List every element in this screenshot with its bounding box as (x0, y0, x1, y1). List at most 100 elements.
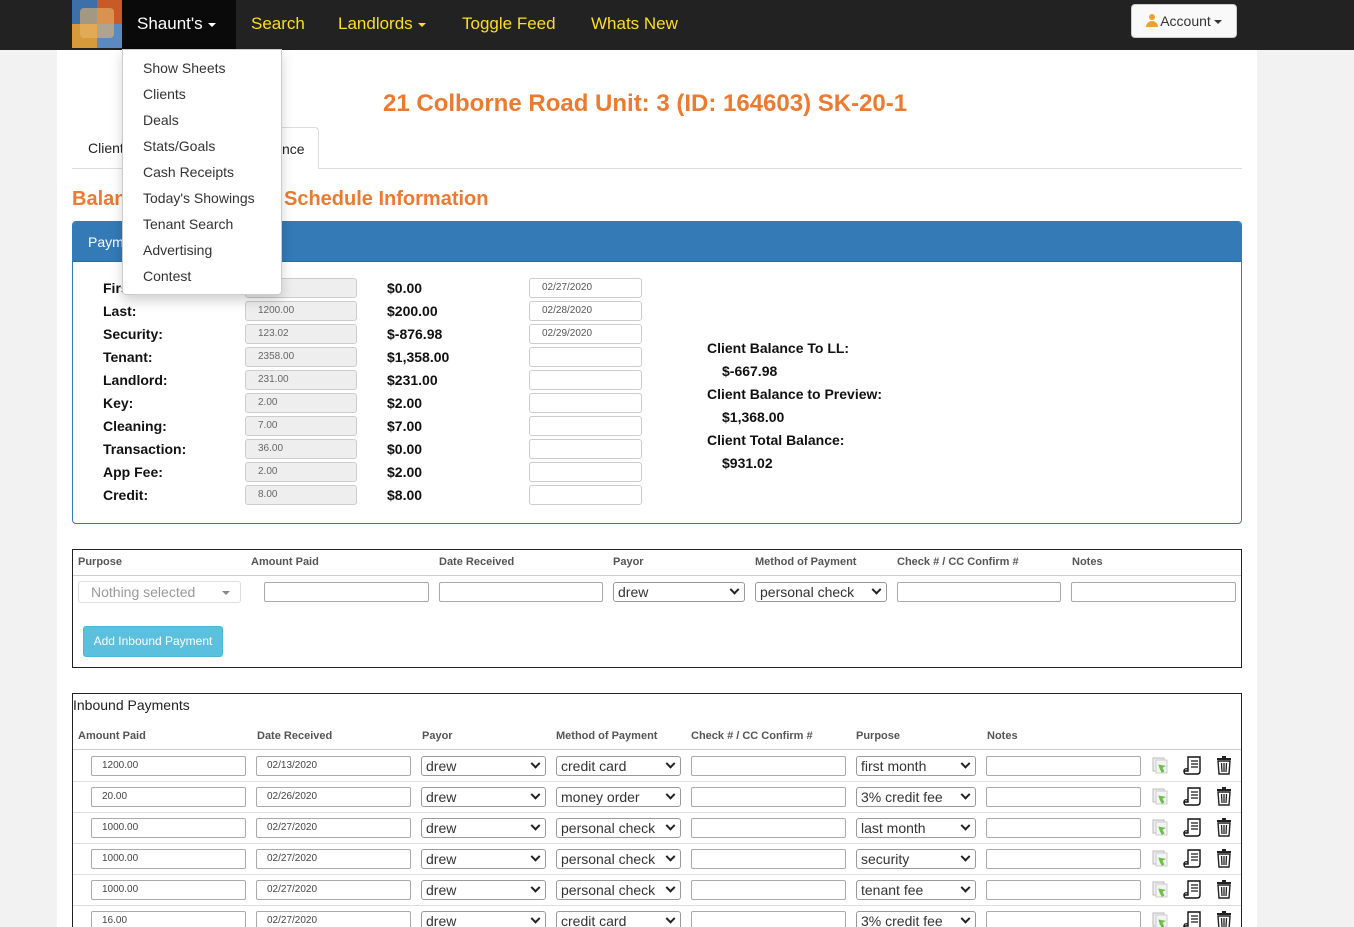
fee-date-input[interactable] (529, 485, 642, 505)
row-notes-input[interactable] (986, 787, 1141, 807)
receipt-icon[interactable] (1183, 848, 1203, 868)
row-method-select[interactable]: personal check (556, 880, 681, 900)
row-method-select[interactable]: credit card (556, 756, 681, 776)
row-purpose-select[interactable]: first month (856, 756, 976, 776)
row-confirm-input[interactable] (691, 818, 846, 838)
row-amount-input[interactable]: 1200.00 (91, 756, 246, 776)
fee-date-input[interactable] (529, 347, 642, 367)
dropdown-item[interactable]: Stats/Goals (143, 138, 215, 154)
fee-amount-input[interactable]: 7.00 (245, 416, 357, 436)
row-confirm-input[interactable] (691, 787, 846, 807)
row-date-input[interactable]: 02/26/2020 (256, 787, 411, 807)
row-confirm-input[interactable] (691, 880, 846, 900)
copy-arrow-icon[interactable] (1151, 786, 1171, 806)
account-button[interactable]: Account (1131, 4, 1237, 38)
fee-date-input[interactable]: 02/27/2020 (529, 278, 642, 298)
fee-date-input[interactable] (529, 439, 642, 459)
row-amount-input[interactable]: 1000.00 (91, 880, 246, 900)
row-confirm-input[interactable] (691, 911, 846, 927)
fee-amount-input[interactable]: 1200.00 (245, 301, 357, 321)
receipt-icon[interactable] (1183, 910, 1203, 927)
row-date-input[interactable]: 02/27/2020 (256, 911, 411, 927)
dropdown-item[interactable]: Cash Receipts (143, 164, 234, 180)
row-notes-input[interactable] (986, 818, 1141, 838)
row-method-select[interactable]: personal check (556, 849, 681, 869)
purpose-multiselect[interactable]: Nothing selected (78, 581, 241, 603)
fee-amount-input[interactable]: 2.00 (245, 393, 357, 413)
row-payor-select[interactable]: drew (421, 756, 546, 776)
row-confirm-input[interactable] (691, 849, 846, 869)
nav-shaunts-menu[interactable]: Shaunt's (122, 0, 236, 50)
fee-amount-input[interactable]: 36.00 (245, 439, 357, 459)
receipt-icon[interactable] (1183, 879, 1203, 899)
nav-toggle-feed[interactable]: Toggle Feed (462, 0, 556, 50)
row-amount-input[interactable]: 1000.00 (91, 818, 246, 838)
dropdown-item[interactable]: Show Sheets (143, 60, 226, 76)
fee-amount-input[interactable]: 8.00 (245, 485, 357, 505)
notes-input[interactable] (1071, 582, 1236, 602)
fee-date-input[interactable] (529, 393, 642, 413)
row-date-input[interactable]: 02/27/2020 (256, 818, 411, 838)
row-method-select[interactable]: money order (556, 787, 681, 807)
row-payor-select[interactable]: drew (421, 787, 546, 807)
fee-date-input[interactable] (529, 462, 642, 482)
trash-icon[interactable] (1214, 879, 1234, 899)
row-notes-input[interactable] (986, 756, 1141, 776)
row-purpose-select[interactable]: tenant fee (856, 880, 976, 900)
row-date-input[interactable]: 02/27/2020 (256, 880, 411, 900)
copy-arrow-icon[interactable] (1151, 848, 1171, 868)
row-payor-select[interactable]: drew (421, 911, 546, 927)
confirm-number-input[interactable] (897, 582, 1061, 602)
fee-date-input[interactable]: 02/29/2020 (529, 324, 642, 344)
method-select[interactable]: personal check (755, 582, 887, 602)
row-method-select[interactable]: personal check (556, 818, 681, 838)
payor-select[interactable]: drew (613, 582, 745, 602)
nav-landlords-menu[interactable]: Landlords (338, 0, 426, 50)
trash-icon[interactable] (1214, 910, 1234, 927)
receipt-icon[interactable] (1183, 755, 1203, 775)
amount-paid-input[interactable] (264, 582, 429, 602)
date-received-input[interactable] (439, 582, 603, 602)
dropdown-item[interactable]: Contest (143, 268, 191, 284)
copy-arrow-icon[interactable] (1151, 817, 1171, 837)
row-amount-input[interactable]: 16.00 (91, 911, 246, 927)
row-notes-input[interactable] (986, 911, 1141, 927)
row-payor-select[interactable]: drew (421, 849, 546, 869)
trash-icon[interactable] (1214, 786, 1234, 806)
row-date-input[interactable]: 02/27/2020 (256, 849, 411, 869)
row-payor-select[interactable]: drew (421, 880, 546, 900)
fee-amount-input[interactable]: 123.02 (245, 324, 357, 344)
receipt-icon[interactable] (1183, 817, 1203, 837)
copy-arrow-icon[interactable] (1151, 755, 1171, 775)
row-date-input[interactable]: 02/13/2020 (256, 756, 411, 776)
receipt-icon[interactable] (1183, 786, 1203, 806)
trash-icon[interactable] (1214, 848, 1234, 868)
dropdown-item[interactable]: Advertising (143, 242, 212, 258)
fee-date-input[interactable]: 02/28/2020 (529, 301, 642, 321)
row-notes-input[interactable] (986, 880, 1141, 900)
trash-icon[interactable] (1214, 755, 1234, 775)
row-confirm-input[interactable] (691, 756, 846, 776)
fee-amount-input[interactable]: 231.00 (245, 370, 357, 390)
nav-whats-new[interactable]: Whats New (591, 0, 678, 50)
dropdown-item[interactable]: Clients (143, 86, 186, 102)
trash-icon[interactable] (1214, 817, 1234, 837)
row-amount-input[interactable]: 20.00 (91, 787, 246, 807)
row-purpose-select[interactable]: 3% credit fee (856, 787, 976, 807)
fee-date-input[interactable] (529, 370, 642, 390)
brand-logo[interactable] (72, 0, 122, 48)
row-purpose-select[interactable]: last month (856, 818, 976, 838)
dropdown-item[interactable]: Deals (143, 112, 179, 128)
row-amount-input[interactable]: 1000.00 (91, 849, 246, 869)
add-inbound-payment-button[interactable]: Add Inbound Payment (83, 626, 223, 657)
row-purpose-select[interactable]: 3% credit fee (856, 911, 976, 927)
row-notes-input[interactable] (986, 849, 1141, 869)
dropdown-item[interactable]: Today's Showings (143, 190, 255, 206)
row-purpose-select[interactable]: security (856, 849, 976, 869)
copy-arrow-icon[interactable] (1151, 879, 1171, 899)
row-payor-select[interactable]: drew (421, 818, 546, 838)
row-method-select[interactable]: credit card (556, 911, 681, 927)
fee-amount-input[interactable]: 2358.00 (245, 347, 357, 367)
fee-date-input[interactable] (529, 416, 642, 436)
nav-search[interactable]: Search (251, 0, 305, 50)
